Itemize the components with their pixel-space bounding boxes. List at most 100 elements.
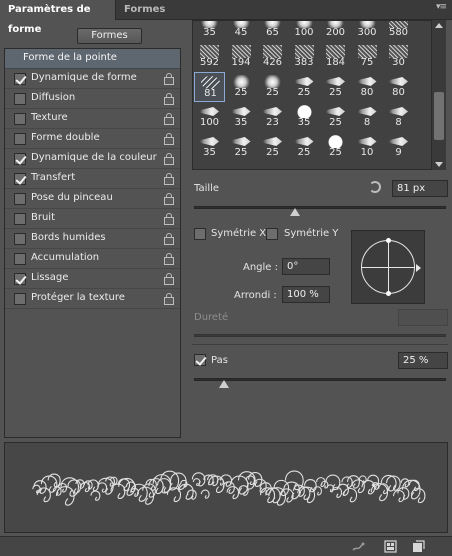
brush-tip[interactable]: 25 xyxy=(320,102,351,132)
brush-tip[interactable]: 25 xyxy=(289,72,320,102)
brush-tip[interactable]: 592 xyxy=(194,42,225,72)
brush-tip[interactable]: 25 xyxy=(257,72,288,102)
reset-size-icon[interactable] xyxy=(369,181,381,193)
lock-icon[interactable] xyxy=(164,73,174,85)
roundness-handle-bottom[interactable] xyxy=(386,291,391,296)
settings-item-11[interactable]: Accumulation xyxy=(5,249,180,269)
brush-tip[interactable]: 45 xyxy=(226,21,257,42)
size-input[interactable]: 81 px xyxy=(392,180,448,197)
spacing-input[interactable]: 25 % xyxy=(398,352,448,369)
brush-tip[interactable]: 80 xyxy=(352,72,383,102)
grid-icon[interactable] xyxy=(384,540,397,553)
brush-tip[interactable]: 25 xyxy=(320,132,351,162)
brush-tip[interactable]: 35 xyxy=(226,102,257,132)
brush-tip[interactable]: 35 xyxy=(194,132,225,162)
brush-tip[interactable]: 8 xyxy=(383,102,414,132)
settings-item-6[interactable]: Dynamique de la couleur xyxy=(5,149,180,169)
lock-icon[interactable] xyxy=(164,133,174,145)
new-preset-icon[interactable] xyxy=(412,540,425,553)
settings-checkbox[interactable] xyxy=(14,213,26,225)
brush-tip[interactable]: 580 xyxy=(383,21,414,42)
settings-item-1[interactable]: Forme de la pointe xyxy=(5,49,180,69)
spacing-slider[interactable] xyxy=(194,378,446,381)
spacing-slider-knob[interactable] xyxy=(219,380,230,388)
tab-brushes[interactable]: Formes xyxy=(116,0,173,20)
settings-item-label: Transfert xyxy=(31,172,76,183)
scroll-up-icon[interactable] xyxy=(435,23,443,28)
brush-tip[interactable]: 30 xyxy=(383,42,414,72)
settings-checkbox[interactable] xyxy=(14,253,26,265)
flip-y-checkbox[interactable] xyxy=(266,228,278,240)
brush-tip[interactable]: 75 xyxy=(352,42,383,72)
tab-brush-settings[interactable]: Paramètres de forme xyxy=(0,0,116,35)
brush-tip[interactable]: 300 xyxy=(352,21,383,42)
lock-icon[interactable] xyxy=(164,173,174,185)
scroll-thumb[interactable] xyxy=(434,92,444,140)
angle-arrow-icon[interactable] xyxy=(416,264,421,272)
brush-tip[interactable]: 25 xyxy=(320,72,351,102)
settings-checkbox[interactable] xyxy=(14,93,26,105)
brush-tip[interactable]: 426 xyxy=(257,42,288,72)
settings-item-13[interactable]: Protéger la texture xyxy=(5,289,180,309)
brush-tip[interactable]: 184 xyxy=(320,42,351,72)
settings-checkbox[interactable] xyxy=(14,193,26,205)
size-slider-knob[interactable] xyxy=(289,208,300,216)
lock-icon[interactable] xyxy=(164,113,174,125)
settings-item-12[interactable]: Lissage xyxy=(5,269,180,289)
brush-tip[interactable]: 100 xyxy=(194,102,225,132)
settings-item-5[interactable]: Forme double xyxy=(5,129,180,149)
lock-icon[interactable] xyxy=(164,273,174,285)
size-slider[interactable] xyxy=(194,206,446,209)
brush-tip[interactable]: 200 xyxy=(320,21,351,42)
brush-tip[interactable]: 194 xyxy=(226,42,257,72)
settings-item-7[interactable]: Transfert xyxy=(5,169,180,189)
settings-item-2[interactable]: Dynamique de forme xyxy=(5,69,180,89)
lock-icon[interactable] xyxy=(164,153,174,165)
settings-checkbox[interactable] xyxy=(14,133,26,145)
settings-checkbox[interactable] xyxy=(14,233,26,245)
brush-tip[interactable]: 9 xyxy=(383,132,414,162)
brush-tip[interactable]: 35 xyxy=(194,21,225,42)
settings-item-3[interactable]: Diffusion xyxy=(5,89,180,109)
brush-tip[interactable]: 383 xyxy=(289,42,320,72)
settings-checkbox[interactable] xyxy=(14,273,26,285)
brush-tip[interactable]: 10 xyxy=(352,132,383,162)
panel-menu-icon[interactable]: ▾≡ xyxy=(436,2,447,12)
brush-grid-scrollbar[interactable] xyxy=(431,20,446,170)
spacing-checkbox[interactable] xyxy=(194,354,206,366)
lock-icon[interactable] xyxy=(164,193,174,205)
brush-tip[interactable]: 23 xyxy=(257,102,288,132)
lock-icon[interactable] xyxy=(164,93,174,105)
settings-item-8[interactable]: Pose du pinceau xyxy=(5,189,180,209)
lock-icon[interactable] xyxy=(164,293,174,305)
lock-icon[interactable] xyxy=(164,233,174,245)
settings-item-4[interactable]: Texture xyxy=(5,109,180,129)
settings-item-10[interactable]: Bords humides xyxy=(5,229,180,249)
settings-checkbox[interactable] xyxy=(14,173,26,185)
angle-input[interactable]: 0° xyxy=(282,258,330,275)
brush-tip[interactable]: 8 xyxy=(352,102,383,132)
brush-tip[interactable]: 25 xyxy=(226,132,257,162)
roundness-input[interactable]: 100 % xyxy=(282,286,330,303)
brush-tip[interactable]: 25 xyxy=(226,72,257,102)
scroll-down-icon[interactable] xyxy=(435,162,443,167)
brush-tip[interactable]: 25 xyxy=(257,132,288,162)
brush-tip[interactable]: 35 xyxy=(289,102,320,132)
roundness-handle-top[interactable] xyxy=(386,238,391,243)
settings-checkbox[interactable] xyxy=(14,113,26,125)
brush-pose-icon[interactable] xyxy=(352,540,365,553)
settings-checkbox[interactable] xyxy=(14,293,26,305)
brush-tip[interactable]: 100 xyxy=(289,21,320,42)
brush-tip[interactable]: 81 xyxy=(194,72,225,102)
lock-icon[interactable] xyxy=(164,253,174,265)
lock-icon[interactable] xyxy=(164,213,174,225)
settings-checkbox[interactable] xyxy=(14,153,26,165)
flip-x-checkbox[interactable] xyxy=(194,228,206,240)
settings-checkbox[interactable] xyxy=(14,73,26,85)
brush-tip[interactable]: 25 xyxy=(289,132,320,162)
settings-item-9[interactable]: Bruit xyxy=(5,209,180,229)
brush-presets-button[interactable]: Formes xyxy=(77,28,142,44)
brush-tip[interactable]: 65 xyxy=(257,21,288,42)
brush-tip[interactable]: 80 xyxy=(383,72,414,102)
angle-roundness-widget[interactable] xyxy=(351,230,425,304)
